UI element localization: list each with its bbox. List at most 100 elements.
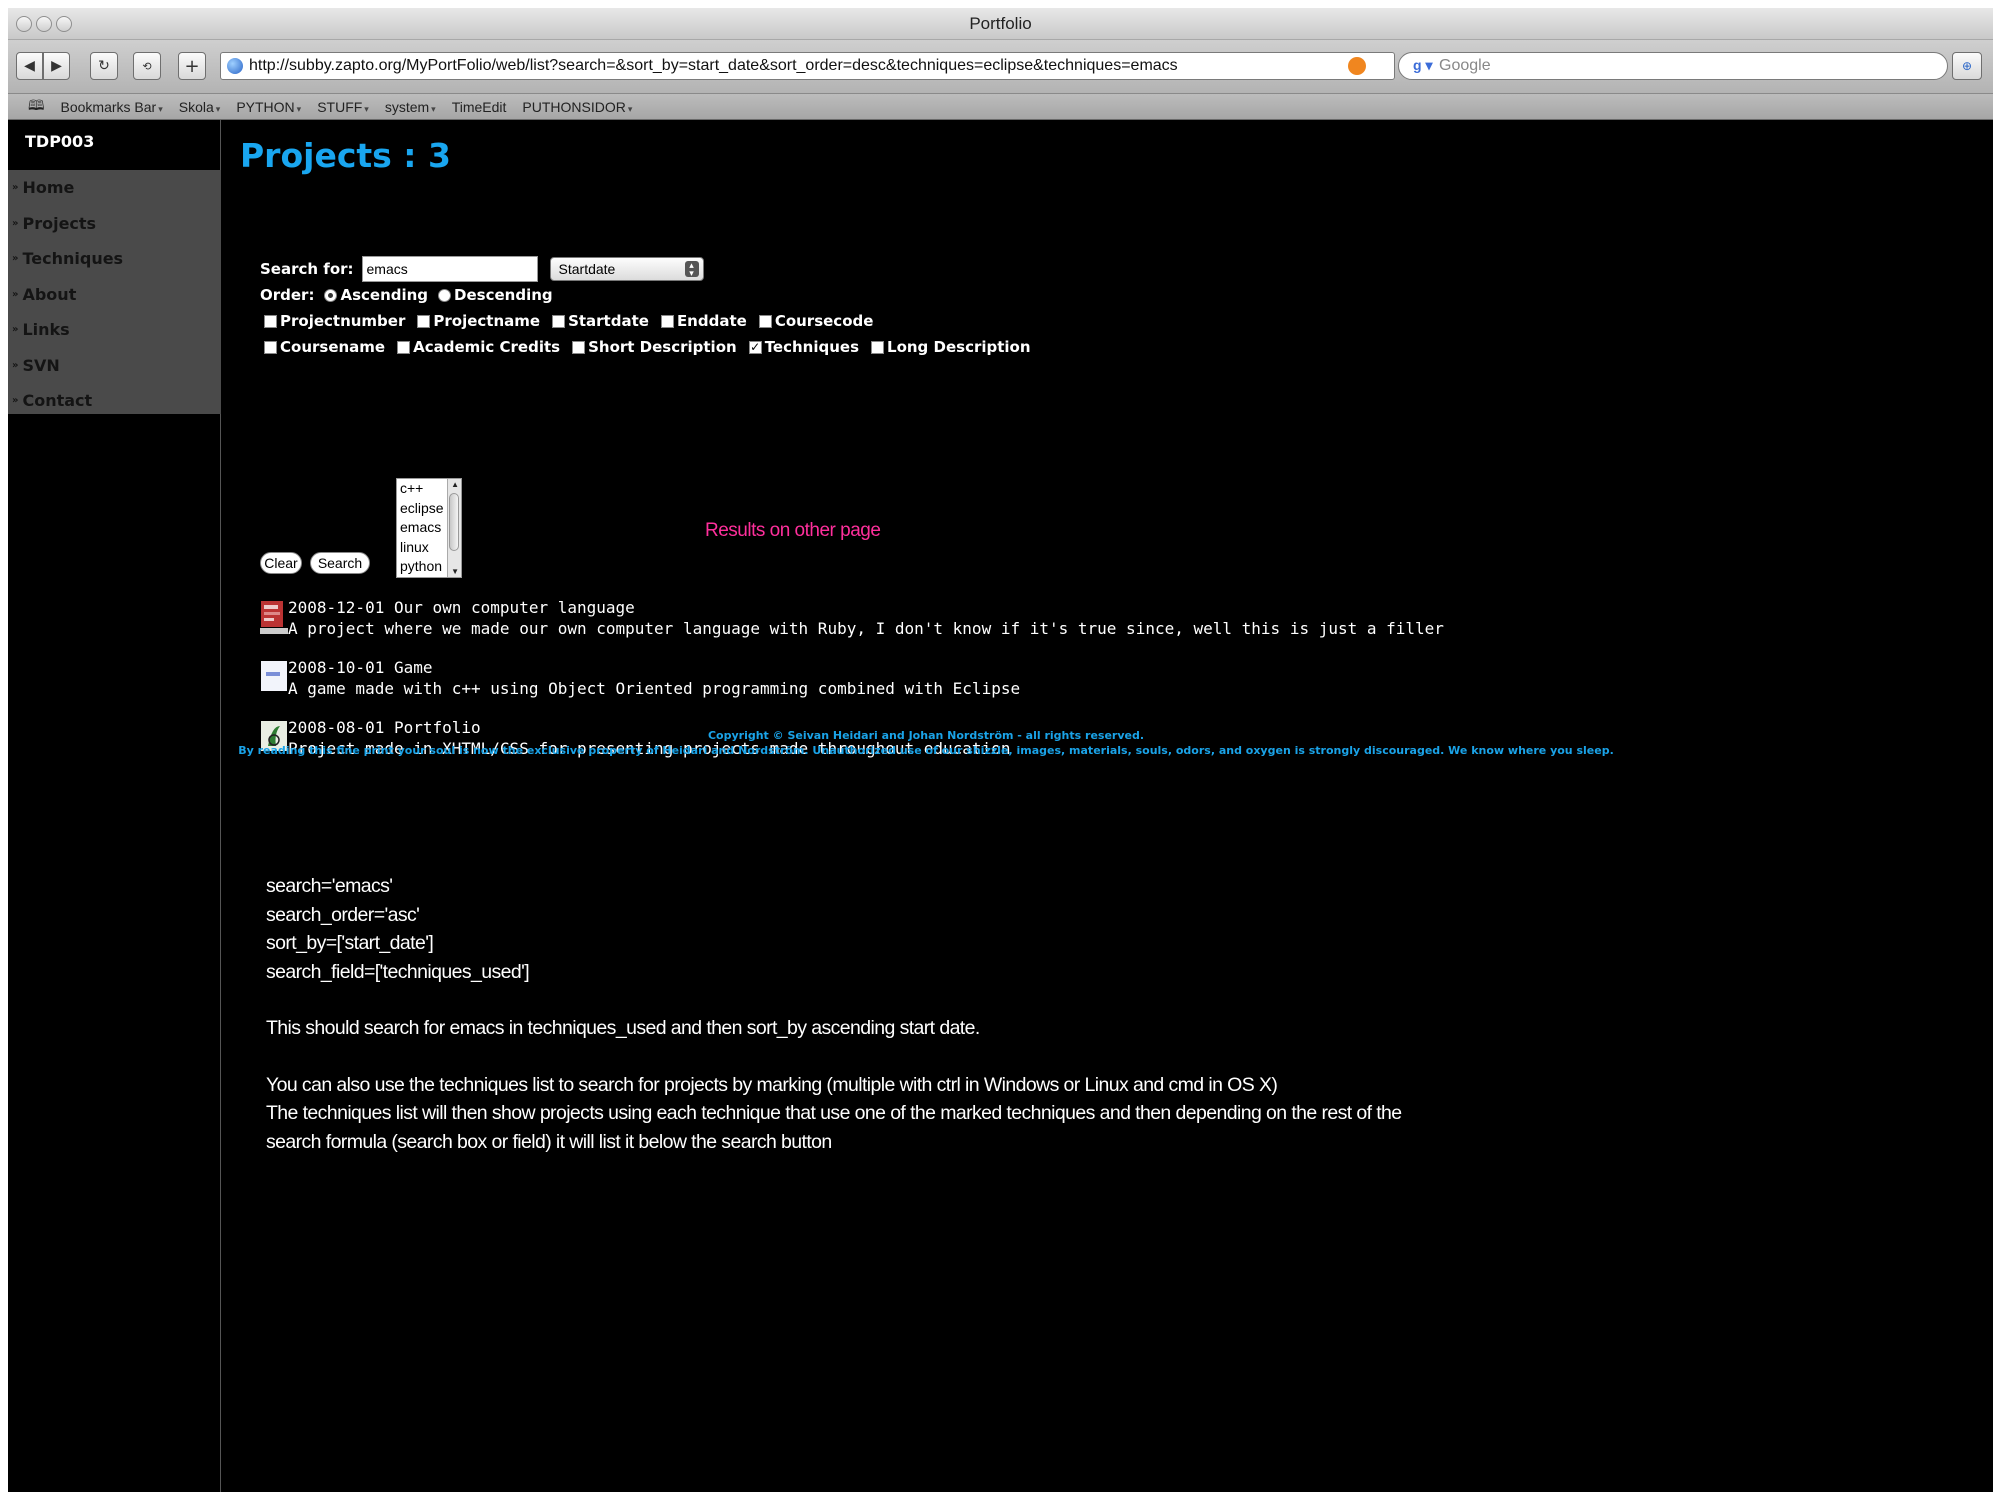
bookmark-item[interactable]: PYTHON ▾ [236, 99, 301, 115]
sidebar-item-projects[interactable]: » Projects [8, 206, 221, 242]
search-button[interactable]: Search [310, 552, 370, 574]
list-item[interactable]: 2008-12-01 Our own computer language A p… [260, 598, 1444, 642]
book-icon[interactable]: 🕮 [28, 95, 45, 119]
field-checkboxes-row-1: Projectnumber Projectname Startdate Endd… [260, 312, 881, 330]
radio-label: Ascending [340, 286, 429, 304]
checkbox-coursename[interactable] [264, 340, 277, 354]
checkbox-label: Startdate [568, 312, 649, 330]
bookmark-item[interactable]: TimeEdit [452, 99, 507, 115]
sidebar-item-techniques[interactable]: » Techniques [8, 241, 221, 277]
note-line: The techniques list will then show proje… [266, 1102, 1402, 1124]
window-title: Portfolio [969, 14, 1032, 33]
page-title: Projects : 3 [240, 136, 451, 175]
checkbox-enddate[interactable] [660, 314, 674, 328]
bookmark-item[interactable]: PUTHONSIDOR ▾ [522, 99, 632, 115]
checkbox-short-description[interactable] [572, 340, 586, 354]
checkbox-techniques[interactable]: ✓ [748, 340, 762, 354]
copyright-line: Copyright © Seivan Heidari and Johan Nor… [707, 729, 1145, 742]
scroll-up-icon[interactable]: ▲ [451, 480, 459, 489]
other-page-note: Results on other page [705, 520, 881, 541]
radio-descending[interactable] [438, 288, 452, 302]
bookmark-item[interactable]: Skola ▾ [179, 99, 221, 115]
url-text: http://subby.zapto.org/MyPortFolio/web/l… [249, 57, 1178, 74]
order-label: Order: [260, 286, 315, 304]
title-bar: Portfolio [8, 8, 1993, 40]
developer-notes: search='emacs' search_order='asc' sort_b… [266, 872, 1402, 1156]
radio-ascending[interactable] [324, 288, 338, 302]
checkbox-projectname[interactable] [417, 314, 431, 328]
checkbox-label: Enddate [676, 312, 747, 330]
result-description: A game made with c++ using Object Orient… [288, 679, 1021, 698]
checkbox-coursecode[interactable] [758, 314, 772, 328]
clear-button[interactable]: Clear [260, 552, 302, 574]
techniques-listbox[interactable]: c++ eclipse emacs linux python ▲ ▼ [396, 478, 462, 578]
forward-arrow-icon[interactable]: ▶ [43, 52, 70, 80]
back-arrow-icon[interactable]: ◀ [16, 52, 43, 80]
google-icon: g ▾ [1413, 57, 1433, 73]
main-content: Projects : 3 Search for: emacs Startdate… [222, 120, 1993, 1492]
search-row: Search for: emacs Startdate ▴ ▾ [260, 256, 704, 282]
project-thumbnail [260, 601, 288, 634]
note-line: search_order='asc' [266, 903, 420, 926]
sidebar-item-home[interactable]: » Home [8, 170, 221, 206]
snapback-icon[interactable]: ⟲ [133, 52, 161, 80]
web-search-input[interactable]: g ▾ Google [1398, 52, 1948, 80]
result-title[interactable]: 2008-10-01 Game [288, 658, 433, 677]
sidebar: TDP003 » Home » Projects » Techniques » Abou… [8, 120, 221, 1492]
checkbox-long-description[interactable] [871, 340, 885, 354]
checkbox-label: Coursename [280, 338, 386, 356]
chevron-right-icon: » [12, 253, 19, 265]
checkbox-label: Projectnumber [280, 312, 406, 330]
globe-icon [227, 58, 243, 74]
select-arrows-icon: ▴ ▾ [684, 261, 699, 278]
sidebar-item-svn[interactable]: » SVN [8, 348, 221, 384]
sidebar-menu: » Home » Projects » Techniques » About » Link… [8, 170, 221, 414]
scrollbar-thumb[interactable] [449, 493, 459, 551]
sort-select[interactable]: Startdate ▴ ▾ [549, 257, 704, 281]
note-line: You can also use the techniques list to … [266, 1073, 1278, 1096]
search-input[interactable]: emacs [361, 256, 538, 282]
checkbox-label: Projectname [433, 312, 541, 330]
note-line: This should search for emacs in techniqu… [266, 1017, 980, 1039]
note-line: search formula (search box or field) it … [266, 1130, 832, 1153]
order-row: Order: Ascending Descending [260, 286, 561, 304]
note-line: sort_by=['start_date'] [266, 932, 434, 954]
project-thumbnail [261, 661, 287, 691]
list-item[interactable]: 2008-10-01 Game A game made with c++ usi… [260, 658, 1360, 702]
bookmark-item[interactable]: system ▾ [385, 99, 436, 115]
web-page: TDP003 » Home » Projects » Techniques » Abou… [8, 120, 1993, 1492]
fine-print-line: By reading this fine print your soul is … [238, 744, 1614, 757]
footer-copyright: Copyright © Seivan Heidari and Johan Nor… [216, 728, 1636, 758]
bookmark-item[interactable]: STUFF ▾ [317, 99, 369, 115]
sidebar-item-contact[interactable]: » Contact [8, 383, 221, 419]
chevron-right-icon: » [12, 324, 19, 336]
chevron-right-icon: » [12, 359, 19, 371]
checkbox-label: Short Description [588, 338, 737, 356]
bookmark-item[interactable]: Bookmarks Bar ▾ [61, 99, 163, 115]
plus-icon[interactable]: + [178, 52, 206, 80]
chevron-right-icon: » [12, 217, 19, 229]
checkbox-projectnumber[interactable] [264, 314, 277, 328]
note-line: search='emacs' [266, 875, 393, 897]
checkbox-startdate[interactable] [552, 314, 566, 328]
bookmarks-bar: 🕮 Bookmarks Bar ▾ Skola ▾ PYTHON ▾ STUFF ▾ s… [8, 94, 1993, 120]
checkbox-academic-credits[interactable] [397, 340, 411, 354]
sidebar-item-about[interactable]: » About [8, 277, 221, 313]
checkbox-label: Coursecode [774, 312, 874, 330]
note-line: search_field=['techniques_used'] [266, 960, 530, 983]
rss-icon[interactable] [1348, 57, 1366, 75]
chevron-right-icon: » [12, 182, 19, 194]
reload-icon[interactable]: ↻ [90, 52, 118, 80]
bookmark-add-icon[interactable]: ⊕ [1952, 52, 1982, 80]
sidebar-item-links[interactable]: » Links [8, 312, 221, 348]
site-title: TDP003 [25, 132, 95, 151]
field-checkboxes-row-2: Coursename Academic Credits Short Descri… [260, 338, 1039, 356]
chevron-right-icon: » [12, 395, 19, 407]
search-placeholder: Google [1439, 57, 1491, 74]
result-title[interactable]: 2008-12-01 Our own computer language [288, 598, 635, 617]
address-bar[interactable]: http://subby.zapto.org/MyPortFolio/web/l… [220, 52, 1395, 80]
checkbox-label: Academic Credits [413, 338, 561, 356]
radio-label: Descending [454, 286, 553, 304]
scroll-down-icon[interactable]: ▼ [451, 567, 459, 576]
checkbox-label: Long Description [887, 338, 1031, 356]
